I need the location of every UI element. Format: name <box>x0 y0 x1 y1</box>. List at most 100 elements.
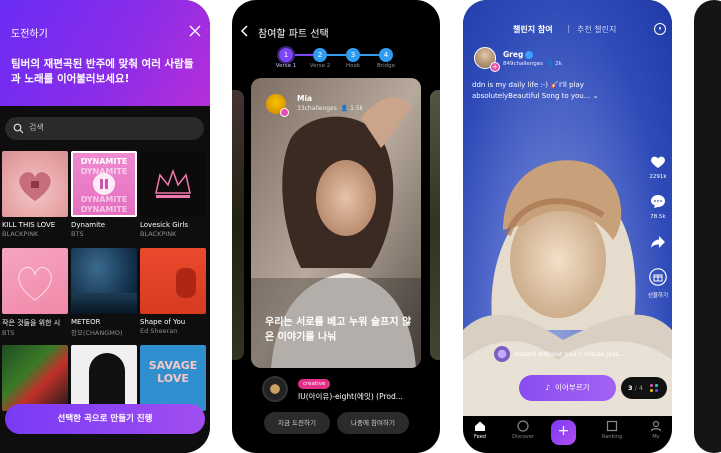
step-bridge[interactable]: 4 <box>379 48 393 62</box>
challenge-now-button[interactable]: 지금 도전하기 <box>264 412 330 434</box>
song-title: Shape of You <box>140 318 186 326</box>
user-name[interactable]: Mia <box>297 94 312 103</box>
song-card[interactable]: SAVAGE LOVE <box>140 345 206 411</box>
share-arrow-icon <box>651 236 665 248</box>
song-card[interactable]: Shape of You Ed Sheeran <box>140 248 206 335</box>
join-later-button[interactable]: 나중에 참여하기 <box>337 412 409 434</box>
nav-label: Feed <box>474 434 486 440</box>
song-artist: 창모(CHANGMO) <box>71 329 123 337</box>
step-verse-1[interactable]: 1 <box>279 48 293 62</box>
song-artist: Ed Sheeran <box>140 327 178 335</box>
next-screen-preview <box>694 0 721 453</box>
song-artist: BLACKPINK <box>140 230 177 238</box>
nav-label: Ranking <box>601 434 623 440</box>
share-button[interactable] <box>647 234 669 253</box>
create-plus-button[interactable]: + <box>551 420 576 445</box>
like-button[interactable]: 2291k <box>647 154 669 180</box>
step-verse-2[interactable]: 2 <box>313 48 327 62</box>
filter-icon[interactable]: ⏸ <box>654 23 666 35</box>
tab-recommended-challenge[interactable]: 추천 챌린지 <box>577 24 616 35</box>
ranking-icon <box>606 420 618 432</box>
challenge-description: 팀버의 재편곡된 반주에 맞춰 여러 사람들과 노래를 이어불러보세요! <box>11 58 194 85</box>
follower-count: 1.5k <box>350 105 364 112</box>
music-ticker[interactable]: kaisnd without you • tobias jess... <box>515 350 625 358</box>
page-title: 도전하기 <box>11 29 48 40</box>
post-description[interactable]: ddn is my daily life :-) 🎸I'll play abso… <box>472 80 622 102</box>
music-note-icon: ♪ <box>545 383 553 392</box>
comment-button[interactable]: 78.5k <box>647 194 669 220</box>
song-card[interactable] <box>71 345 137 411</box>
music-disc-icon <box>262 376 288 402</box>
nav-ranking[interactable]: Ranking <box>597 420 627 440</box>
song-artist: BTS <box>2 329 15 337</box>
song-title: Dynamite <box>71 221 106 229</box>
dots-grid-icon <box>650 384 658 392</box>
album-cover-kill-this-love <box>2 151 68 217</box>
song-title: KILL THIS LOVE <box>2 221 56 229</box>
album-cover <box>71 345 137 411</box>
nav-label: My <box>652 434 660 440</box>
tab-challenge-join[interactable]: 챌린지 참여 <box>513 24 553 35</box>
album-cover <box>2 345 68 411</box>
prev-card-preview[interactable] <box>232 90 244 360</box>
album-cover-savage-love: SAVAGE LOVE <box>140 345 206 411</box>
next-card-preview[interactable] <box>430 90 440 360</box>
continue-singing-label: 이어부르기 <box>555 383 590 392</box>
nav-label: Discover <box>512 434 534 440</box>
avatar-badge <box>280 108 289 117</box>
challenge-feed-screen: 챌린지 참여 | 추천 챌린지 ⏸ + Greg 849challenges 👤… <box>463 0 672 453</box>
back-arrow-icon[interactable] <box>240 25 250 37</box>
create-with-song-button[interactable]: 선택한 곡으로 만들기 진행 <box>5 404 205 434</box>
pause-icon[interactable] <box>93 173 115 195</box>
user-stats: 33challenges 👤 1.5k <box>297 105 363 112</box>
step-hook[interactable]: 3 <box>346 48 360 62</box>
song-card[interactable]: DYNAMITE DYNAMITE DYNAMITE DYNAMITE Dyna… <box>71 151 137 238</box>
user-name[interactable]: Greg <box>503 50 523 59</box>
step-label: Verse 2 <box>309 63 331 69</box>
album-cover-meteor <box>71 248 137 314</box>
search-input[interactable]: 검색 <box>5 117 204 140</box>
album-cover-boy-with-luv <box>2 248 68 314</box>
song-title: METEOR <box>71 318 101 326</box>
close-icon[interactable] <box>188 24 202 38</box>
album-cover-dynamite: DYNAMITE DYNAMITE DYNAMITE DYNAMITE <box>71 151 137 217</box>
heart-icon <box>651 156 665 168</box>
follower-count: 2k <box>555 61 562 67</box>
step-label: Bridge <box>377 63 395 69</box>
song-card[interactable] <box>2 345 68 411</box>
follow-plus-icon[interactable]: + <box>490 62 500 72</box>
counter-total: 4 <box>638 384 644 392</box>
continue-singing-button[interactable]: ♪ 이어부르기 <box>519 375 616 401</box>
participant-counter[interactable]: 3 / 4 <box>621 377 667 399</box>
song-card[interactable]: KILL THIS LOVE BLACKPINK <box>2 151 68 238</box>
page-title: 참여할 파트 선택 <box>258 29 329 40</box>
gift-button[interactable]: 선물하기 <box>647 268 669 299</box>
creative-badge: creative <box>298 379 331 389</box>
verified-icon <box>525 51 533 59</box>
compass-icon <box>517 420 529 432</box>
comment-count: 78.5k <box>650 214 666 220</box>
search-icon <box>13 123 24 134</box>
user-stats: 849challenges 👤 2k <box>503 61 562 67</box>
tab-separator: | <box>567 24 570 33</box>
comment-icon <box>651 195 665 208</box>
challenge-count: 33challenges <box>297 105 337 112</box>
album-cover-shape-of-you <box>140 248 206 314</box>
nav-feed[interactable]: Feed <box>465 420 495 440</box>
participant-video-card[interactable]: Mia 33challenges 👤 1.5k 우리는 서로를 베고 누워 슬프… <box>251 78 421 368</box>
cover-text: SAVAGE LOVE <box>148 359 198 385</box>
nav-discover[interactable]: Discover <box>508 420 538 440</box>
song-card[interactable]: 작은 것들을 위한 시 BTS <box>2 248 68 337</box>
step-connector <box>325 54 346 56</box>
cover-text: DYNAMITE <box>80 157 128 166</box>
song-card[interactable]: METEOR 창모(CHANGMO) <box>71 248 137 337</box>
gift-label: 선물하기 <box>647 293 669 299</box>
nav-my[interactable]: My <box>641 420 671 440</box>
step-connector <box>358 54 380 56</box>
step-label: Verse 1 <box>275 63 297 69</box>
heart-outline-icon <box>18 266 52 301</box>
step-label: Hook <box>345 63 361 69</box>
song-card[interactable]: Lovesick Girls BLACKPINK <box>140 151 206 238</box>
music-disc-icon[interactable] <box>494 346 510 362</box>
search-placeholder: 검색 <box>29 123 44 132</box>
